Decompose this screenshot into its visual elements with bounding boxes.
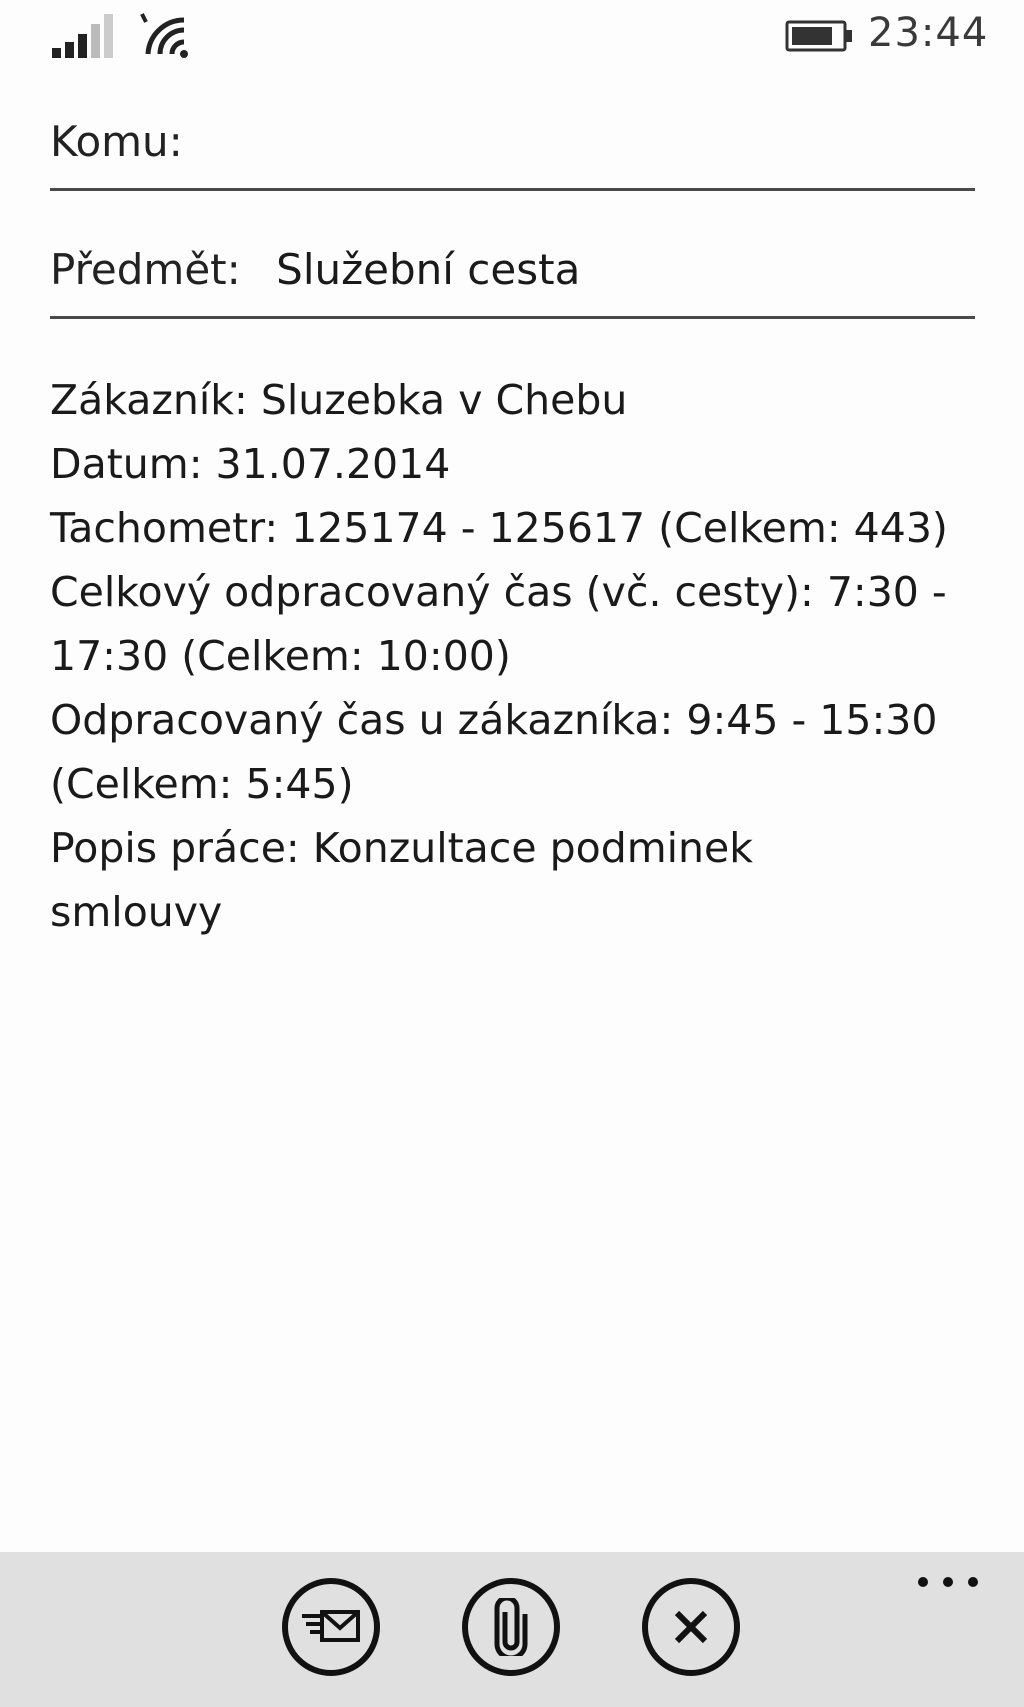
body-line: smlouvy: [50, 888, 223, 936]
body-line: (Celkem: 5:45): [50, 760, 354, 808]
app-bar: [0, 1552, 1024, 1707]
more-dot: [943, 1577, 953, 1587]
attach-icon: [494, 1598, 528, 1656]
clock: 23:44: [868, 10, 989, 56]
status-bar: 23:44: [0, 0, 1024, 80]
more-ellipsis-icon[interactable]: [918, 1572, 978, 1592]
battery-icon: [785, 20, 852, 52]
more-dot: [968, 1577, 978, 1587]
body-line: Datum: 31.07.2014: [50, 440, 451, 488]
to-label: Komu:: [50, 117, 183, 166]
body-line: Odpracovaný čas u zákazníka: 9:45 - 15:3…: [50, 696, 938, 744]
subject-field[interactable]: Předmět: Služební cesta: [50, 240, 975, 319]
more-dot: [918, 1577, 928, 1587]
body-line: Zákazník: Sluzebka v Chebu: [50, 376, 628, 424]
attach-button[interactable]: [462, 1578, 560, 1676]
send-icon: [302, 1610, 360, 1642]
wifi-icon: [140, 13, 188, 58]
body-line: Popis práce: Konzultace podminek: [50, 824, 754, 872]
discard-button[interactable]: [642, 1578, 740, 1676]
body-line: Tachometr: 125174 - 125617 (Celkem: 443): [50, 504, 948, 552]
to-field[interactable]: Komu:: [50, 112, 975, 191]
subject-input[interactable]: Služební cesta: [276, 245, 580, 294]
body-line: Celkový odpracovaný čas (vč. cesty): 7:3…: [50, 568, 947, 616]
send-button[interactable]: [282, 1578, 380, 1676]
subject-label: Předmět:: [50, 245, 241, 294]
body-line: 17:30 (Celkem: 10:00): [50, 632, 511, 680]
cell-signal-icon: [52, 14, 113, 58]
message-body[interactable]: Zákazník: Sluzebka v Chebu Datum: 31.07.…: [50, 368, 975, 944]
discard-icon: [674, 1610, 708, 1644]
